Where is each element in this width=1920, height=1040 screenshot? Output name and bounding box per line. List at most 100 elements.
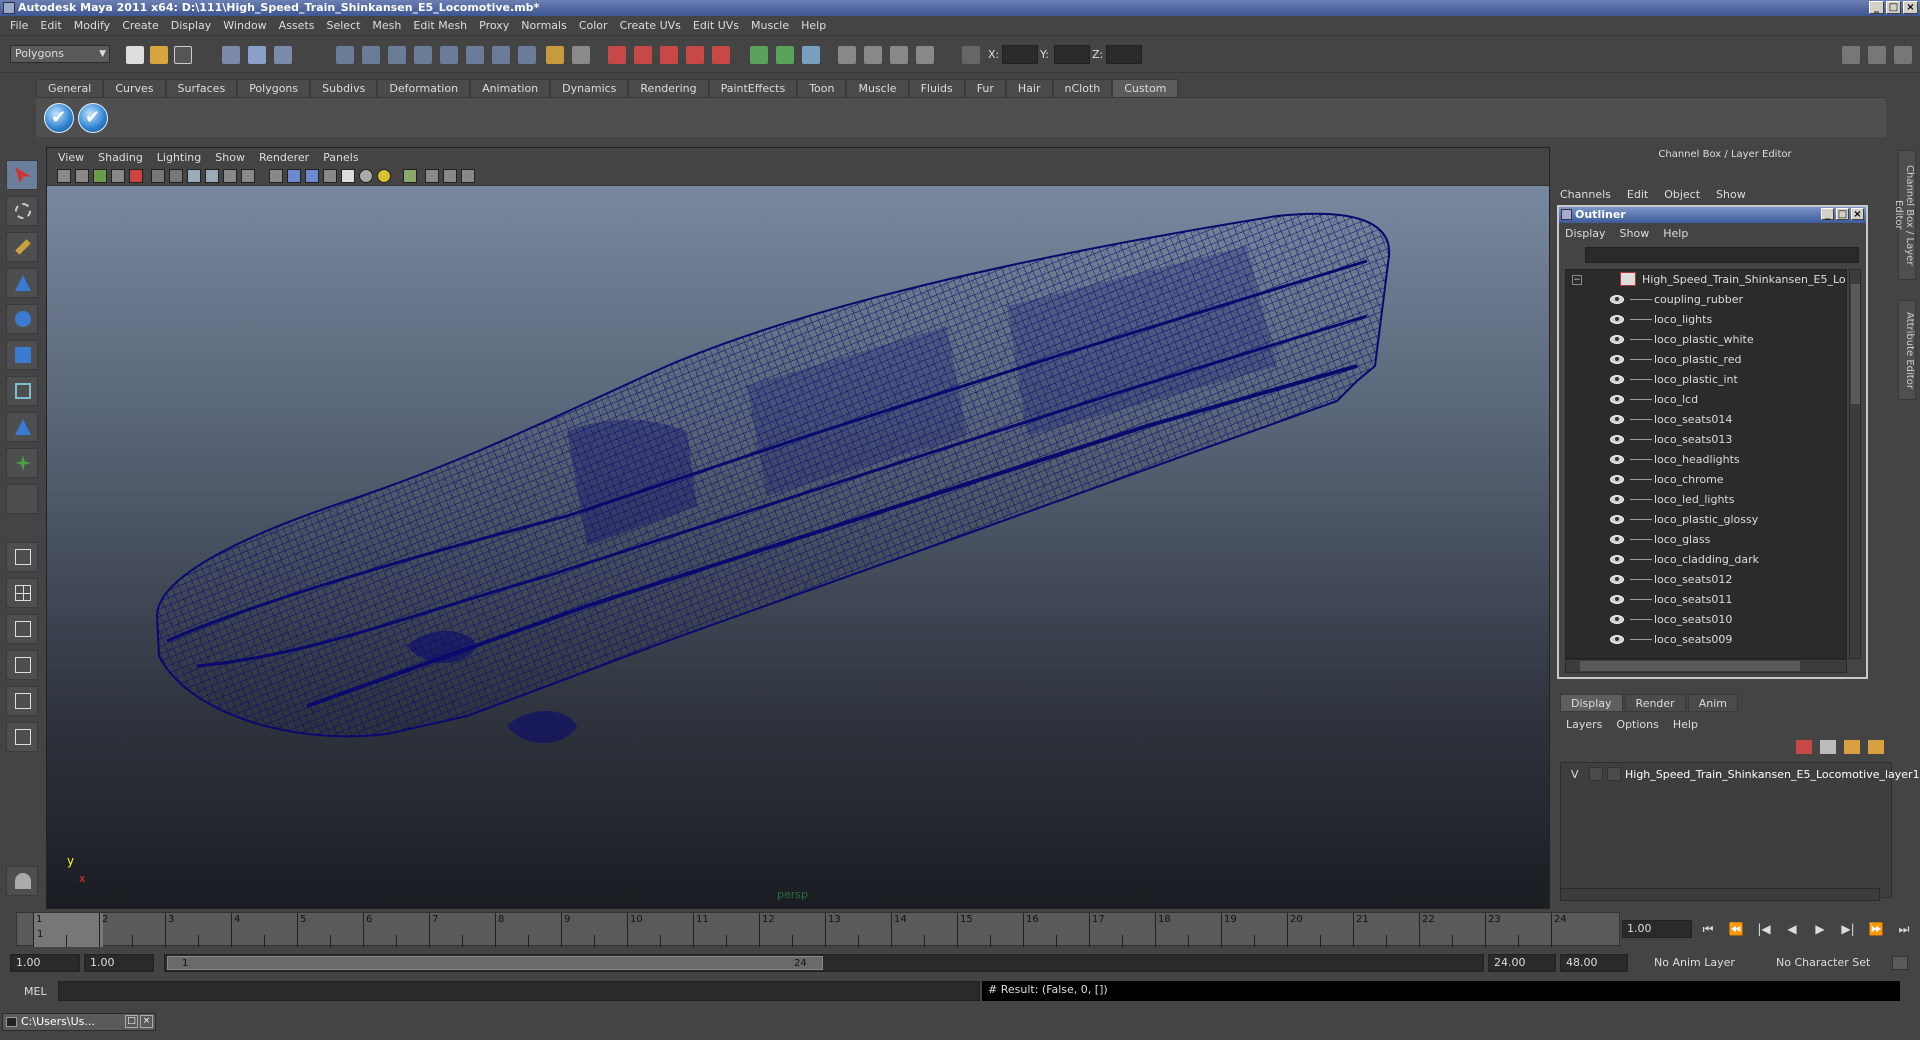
save-scene-icon[interactable] (174, 46, 192, 64)
tab-animation[interactable]: Animation (470, 79, 551, 97)
list-item[interactable]: loco_glass (1566, 530, 1846, 550)
tab-deformation[interactable]: Deformation (377, 79, 471, 97)
outl-menu-display[interactable]: Display (1565, 227, 1606, 240)
x-field[interactable] (1002, 45, 1038, 64)
tab-display[interactable]: Display (1560, 694, 1623, 712)
safe-action-icon[interactable] (223, 169, 237, 183)
y-field[interactable] (1054, 45, 1090, 64)
rename-icon[interactable] (776, 46, 794, 64)
last-tool-button[interactable] (6, 484, 38, 514)
outliner-filter-input[interactable] (1585, 247, 1859, 263)
outl-menu-show[interactable]: Show (1620, 227, 1650, 240)
snap-view-icon[interactable] (492, 46, 510, 64)
list-item[interactable]: loco_lcd (1566, 390, 1846, 410)
camera-select-icon[interactable] (57, 169, 71, 183)
tab-anim[interactable]: Anim (1687, 694, 1738, 712)
list-item[interactable]: loco_plastic_glossy (1566, 510, 1846, 530)
tab-muscle[interactable]: Muscle (846, 79, 909, 97)
shelf-check-button-1[interactable]: ✔ (44, 103, 74, 133)
go-to-start-button[interactable]: ⏮ (1698, 920, 1718, 938)
toggle-tool-settings-icon[interactable] (1868, 46, 1886, 64)
list-item[interactable]: loco_plastic_red (1566, 350, 1846, 370)
channel-box-toggle-icon[interactable] (864, 46, 882, 64)
taskbar-close-button[interactable]: × (140, 1015, 153, 1028)
hypershade-icon[interactable] (686, 46, 704, 64)
step-back-frame-button[interactable]: |◀ (1754, 920, 1774, 938)
menu-mesh[interactable]: Mesh (366, 19, 407, 32)
menu-muscle[interactable]: Muscle (745, 19, 795, 32)
tab-fur[interactable]: Fur (964, 79, 1006, 97)
layout-four-button[interactable] (6, 578, 38, 608)
bookmark-icon[interactable] (93, 169, 107, 183)
list-item[interactable]: loco_seats009 (1566, 630, 1846, 650)
layout-uv-button[interactable] (6, 722, 38, 752)
go-to-end-button[interactable]: ⏭ (1894, 920, 1914, 938)
show-manip-button[interactable] (6, 448, 38, 478)
hotbox-button[interactable] (6, 866, 38, 896)
outliner-minimize-button[interactable]: _ (1821, 208, 1834, 220)
list-item[interactable]: loco_seats010 (1566, 610, 1846, 630)
menu-display[interactable]: Display (165, 19, 218, 32)
textured-icon[interactable] (323, 169, 337, 183)
snap-curve-icon[interactable] (362, 46, 380, 64)
image-plane-icon[interactable] (111, 169, 125, 183)
perspective-viewport[interactable]: View Shading Lighting Show Renderer Pane… (46, 147, 1550, 909)
restore-button[interactable]: □ (125, 1015, 138, 1028)
lasso-tool-button[interactable] (6, 196, 38, 226)
tab-toon[interactable]: Toon (797, 79, 847, 97)
cb-menu-object[interactable]: Object (1664, 188, 1700, 201)
menu-assets[interactable]: Assets (273, 19, 321, 32)
minimize-button[interactable]: _ (1869, 1, 1884, 14)
layout-single-button[interactable] (6, 542, 38, 572)
scale-tool-button[interactable] (6, 340, 38, 370)
list-item[interactable]: loco_seats011 (1566, 590, 1846, 610)
layer-menu-help[interactable]: Help (1673, 718, 1698, 731)
modeling-toolkit-icon[interactable] (916, 46, 934, 64)
time-slider[interactable]: 1 1 2 3 4 5 6 7 8 9 10 11 12 13 14 15 16 17 18 19 20 21 22 23 2… (16, 912, 1620, 947)
toggle-channel-box-icon[interactable] (1894, 46, 1912, 64)
tab-channel-box[interactable]: Channel Box / Layer Editor (1893, 150, 1916, 280)
menu-edit-mesh[interactable]: Edit Mesh (407, 19, 473, 32)
menu-edit-uvs[interactable]: Edit UVs (687, 19, 745, 32)
menu-edit[interactable]: Edit (34, 19, 67, 32)
camera-attr-icon[interactable] (75, 169, 89, 183)
minimized-window[interactable]: C:\Users\Us... □ × (2, 1013, 156, 1031)
list-item[interactable]: loco_seats014 (1566, 410, 1846, 430)
snap-grid-icon[interactable] (336, 46, 354, 64)
select-component-icon[interactable] (274, 46, 292, 64)
paint-select-button[interactable] (6, 232, 38, 262)
outliner-vscroll-thumb[interactable] (1851, 284, 1860, 404)
layout-outliner-button[interactable] (6, 614, 38, 644)
list-item[interactable]: loco_seats012 (1566, 570, 1846, 590)
select-hierarchy-icon[interactable] (222, 46, 240, 64)
outliner-group-row[interactable]: − High_Speed_Train_Shinkansen_E5_Locomot… (1566, 270, 1846, 290)
tab-attribute-editor[interactable]: Attribute Editor (1898, 300, 1916, 400)
snap-live-icon[interactable] (466, 46, 484, 64)
z-field[interactable] (1106, 45, 1142, 64)
grid-toggle-icon[interactable] (151, 169, 165, 183)
list-item[interactable]: loco_headlights (1566, 450, 1846, 470)
gate-mask-icon[interactable] (187, 169, 201, 183)
isolate-select-icon[interactable] (403, 169, 417, 183)
menu-select[interactable]: Select (320, 19, 366, 32)
list-item[interactable]: loco_cladding_dark (1566, 550, 1846, 570)
vp-menu-renderer[interactable]: Renderer (252, 151, 316, 164)
default-light-icon[interactable] (377, 169, 391, 183)
layer-color-swatch[interactable] (1607, 767, 1621, 781)
film-gate-icon[interactable] (129, 169, 143, 183)
collapse-toggle[interactable]: − (1572, 275, 1582, 285)
select-object-icon[interactable] (248, 46, 266, 64)
select-tool-button[interactable] (6, 160, 38, 190)
tab-fluids[interactable]: Fluids (908, 79, 965, 97)
lock-icon[interactable] (546, 46, 564, 64)
cb-menu-channels[interactable]: Channels (1560, 188, 1611, 201)
use-all-lights-icon[interactable] (341, 169, 355, 183)
tab-dynamics[interactable]: Dynamics (550, 79, 629, 97)
tab-ncloth[interactable]: nCloth (1052, 79, 1113, 97)
new-scene-icon[interactable] (126, 46, 144, 64)
anim-layer-dropdown[interactable]: No Anim Layer (1650, 954, 1758, 972)
tab-curves[interactable]: Curves (103, 79, 166, 97)
tab-general[interactable]: General (36, 79, 104, 97)
layer-horizontal-scrollbar[interactable] (1560, 888, 1880, 901)
component-xray-icon[interactable] (461, 169, 475, 183)
